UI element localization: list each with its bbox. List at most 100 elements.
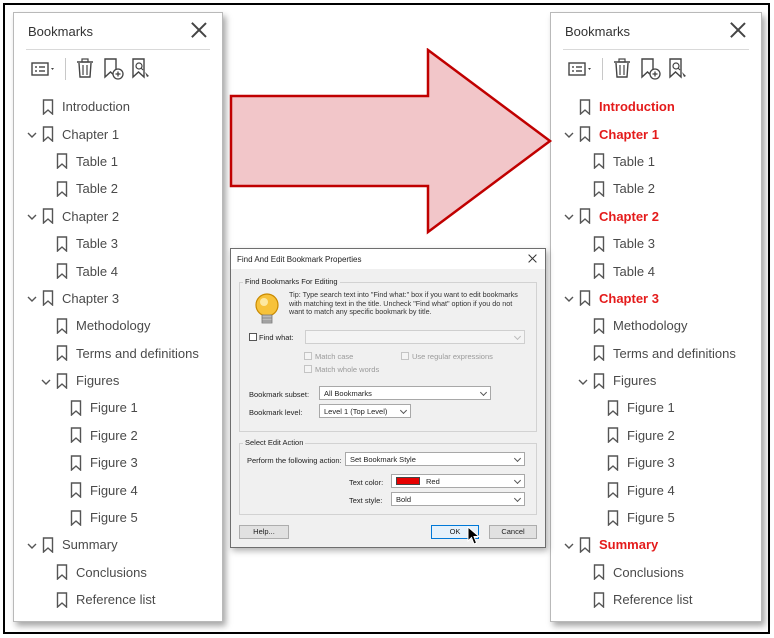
- chevron-down-icon[interactable]: [26, 539, 38, 551]
- bookmark-icon: [70, 400, 82, 417]
- bookmark-icon: [70, 482, 82, 499]
- text-color-select[interactable]: Red: [391, 474, 525, 488]
- bookmark-item[interactable]: Chapter 2: [14, 203, 222, 230]
- trash-icon[interactable]: [72, 56, 98, 82]
- regex-label: Use regular expressions: [412, 352, 493, 361]
- new-bookmark-icon[interactable]: [637, 56, 663, 82]
- bookmark-item[interactable]: Conclusions: [14, 559, 222, 586]
- bookmark-item[interactable]: Table 2: [14, 175, 222, 202]
- bookmark-icon: [607, 509, 619, 527]
- bookmark-label: Figure 1: [90, 400, 138, 416]
- bookmark-item[interactable]: Figure 5: [551, 504, 761, 531]
- bookmark-item[interactable]: Table 4: [14, 257, 222, 284]
- bookmark-item[interactable]: Introduction: [551, 93, 761, 120]
- bookmark-item[interactable]: Figure 1: [14, 394, 222, 421]
- bookmark-search-icon[interactable]: [128, 56, 154, 82]
- help-button[interactable]: Help...: [239, 525, 289, 539]
- bookmark-item[interactable]: Figure 4: [14, 476, 222, 503]
- chevron-down-icon[interactable]: [26, 292, 38, 304]
- bookmark-icon: [70, 427, 82, 444]
- bookmark-label: Chapter 3: [599, 290, 659, 306]
- bookmark-label: Figures: [613, 373, 657, 389]
- bookmark-item[interactable]: Figure 2: [551, 422, 761, 449]
- bookmark-icon: [70, 455, 82, 472]
- regex-checkbox[interactable]: [401, 352, 409, 360]
- bookmark-item[interactable]: Table 3: [551, 230, 761, 257]
- match-case-checkbox[interactable]: [304, 352, 312, 360]
- bookmark-item[interactable]: Figure 1: [551, 394, 761, 421]
- chevron-down-icon[interactable]: [577, 375, 589, 387]
- bookmarks-toolbar: [563, 54, 749, 84]
- bookmark-item[interactable]: Figure 5: [14, 504, 222, 531]
- trash-icon[interactable]: [609, 56, 635, 82]
- find-what-checkbox[interactable]: [249, 333, 257, 341]
- close-icon[interactable]: [729, 21, 747, 39]
- bookmark-label: Figure 4: [90, 482, 138, 498]
- bookmark-item[interactable]: Table 2: [551, 175, 761, 202]
- bookmark-item[interactable]: Chapter 1: [551, 120, 761, 147]
- bookmark-item[interactable]: Methodology: [14, 312, 222, 339]
- text-style-select[interactable]: Bold: [391, 492, 525, 506]
- bookmark-item[interactable]: Table 1: [551, 148, 761, 175]
- bookmark-item[interactable]: Introduction: [14, 93, 222, 120]
- bookmark-item[interactable]: Table 3: [14, 230, 222, 257]
- match-whole-words-checkbox[interactable]: [304, 365, 312, 373]
- bookmark-item[interactable]: Figure 3: [551, 449, 761, 476]
- bookmark-level-select[interactable]: Level 1 (Top Level): [319, 404, 411, 418]
- bookmark-level-label: Bookmark level:: [249, 408, 303, 417]
- bookmark-item[interactable]: Summary: [14, 531, 222, 558]
- chevron-down-icon[interactable]: [563, 292, 575, 304]
- bookmark-item[interactable]: Terms and definitions: [14, 340, 222, 367]
- close-icon[interactable]: [528, 254, 537, 263]
- find-what-input[interactable]: [305, 330, 525, 344]
- bookmark-item[interactable]: Table 1: [14, 148, 222, 175]
- bookmark-item[interactable]: Chapter 2: [551, 203, 761, 230]
- bookmark-icon: [579, 537, 591, 554]
- bookmark-icon: [593, 153, 605, 171]
- right-arrow-icon: [229, 48, 553, 235]
- bookmark-label: Methodology: [613, 318, 688, 334]
- bookmark-label: Figure 3: [90, 455, 138, 471]
- options-menu-icon[interactable]: [567, 56, 593, 82]
- bookmark-item[interactable]: Chapter 1: [14, 120, 222, 147]
- bookmark-item[interactable]: Reference list: [14, 586, 222, 613]
- bookmark-item[interactable]: Conclusions: [551, 559, 761, 586]
- chevron-down-icon[interactable]: [26, 210, 38, 222]
- bookmark-icon: [593, 345, 605, 362]
- bookmark-subset-select[interactable]: All Bookmarks: [319, 386, 491, 400]
- bookmark-label: Table 2: [76, 181, 118, 197]
- bookmark-icon: [56, 263, 68, 280]
- action-select[interactable]: Set Bookmark Style: [345, 452, 525, 466]
- bookmark-item[interactable]: Methodology: [551, 312, 761, 339]
- bookmark-item[interactable]: Figure 3: [14, 449, 222, 476]
- bookmark-item[interactable]: Terms and definitions: [551, 340, 761, 367]
- bookmark-item[interactable]: Summary: [551, 531, 761, 558]
- bookmark-label: Terms and definitions: [613, 345, 736, 361]
- bookmark-item[interactable]: Chapter 3: [551, 285, 761, 312]
- chevron-down-icon[interactable]: [563, 539, 575, 551]
- bookmark-item[interactable]: Table 4: [551, 257, 761, 284]
- bookmark-search-icon[interactable]: [665, 56, 691, 82]
- bookmark-label: Table 2: [613, 181, 655, 197]
- bookmark-item[interactable]: Figure 4: [551, 476, 761, 503]
- chevron-down-icon[interactable]: [40, 375, 52, 387]
- bookmark-label: Figures: [76, 373, 120, 389]
- close-icon[interactable]: [190, 21, 208, 39]
- bookmark-item[interactable]: Figures: [14, 367, 222, 394]
- bookmark-icon: [593, 372, 605, 390]
- bookmark-label: Figure 4: [627, 482, 675, 498]
- chevron-down-icon[interactable]: [26, 128, 38, 140]
- new-bookmark-icon[interactable]: [100, 56, 126, 82]
- bookmark-item[interactable]: Figure 2: [14, 422, 222, 449]
- bookmark-item[interactable]: Chapter 3: [14, 285, 222, 312]
- chevron-down-icon[interactable]: [563, 210, 575, 222]
- options-menu-icon[interactable]: [30, 56, 56, 82]
- bookmark-tree: Introduction Chapter 1 Table 1 Table 2 Chapt…: [14, 93, 222, 613]
- chevron-down-icon[interactable]: [563, 128, 575, 140]
- bookmarks-panel-after: Bookmarks Introduction Chapter 1 Table 1 Ta…: [550, 12, 762, 622]
- cancel-button[interactable]: Cancel: [489, 525, 537, 539]
- bookmark-item[interactable]: Figures: [551, 367, 761, 394]
- panel-header: Bookmarks: [14, 13, 222, 49]
- bookmark-label: Figure 1: [627, 400, 675, 416]
- bookmark-item[interactable]: Reference list: [551, 586, 761, 613]
